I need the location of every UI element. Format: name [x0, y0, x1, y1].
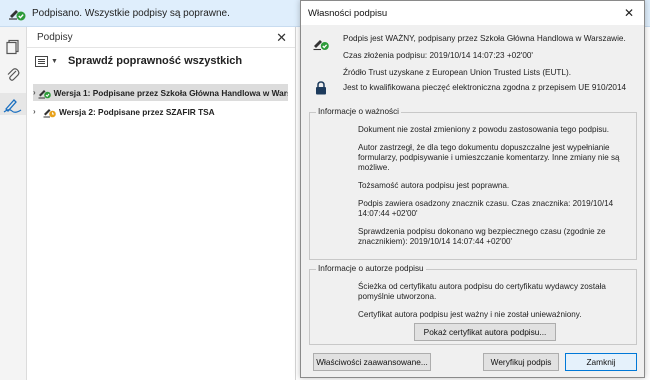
options-list-icon[interactable]	[35, 55, 48, 67]
paperclip-icon	[7, 68, 20, 81]
signing-time-text: Czas złożenia podpisu: 2019/10/14 14:07:…	[343, 51, 533, 60]
signature-pen-icon	[3, 99, 22, 113]
pages-icon	[6, 39, 19, 55]
signatures-toolbar: ▼ Sprawdź poprawność wszystkich	[27, 48, 295, 74]
trust-source-text: Źródło Trust uzyskane z European Union T…	[343, 68, 571, 77]
advanced-properties-button[interactable]: Właściwości zaawansowane...	[313, 353, 431, 371]
signature-properties-dialog: Własności podpisu ✕ Podpis jest WAŻNY, p…	[300, 0, 645, 378]
validity-info-group: Informacje o ważności Dokument nie zosta…	[309, 107, 637, 260]
dialog-titlebar: Własności podpisu ✕	[301, 1, 644, 25]
attachments-button[interactable]	[5, 67, 21, 83]
signature-timestamp-icon	[43, 109, 56, 118]
signatures-panel-title: Podpisy	[37, 31, 73, 43]
validity-paragraph: Autor zastrzegł, że dla tego dokumentu d…	[358, 143, 620, 172]
author-paragraph: Ścieżka od certyfikatu autora podpisu do…	[358, 282, 606, 301]
verify-all-button[interactable]: Sprawdź poprawność wszystkich	[68, 55, 242, 67]
validity-group-label: Informacje o ważności	[316, 107, 401, 116]
qualified-seal-row: Jest to kwalifikowana pieczęć elektronic…	[313, 79, 633, 97]
validity-paragraph: Dokument nie został zmieniony z powodu z…	[358, 125, 610, 134]
close-button[interactable]: Zamknij	[565, 353, 637, 371]
dialog-title: Własności podpisu	[308, 7, 388, 19]
show-certificate-button[interactable]: Pokaż certyfikat autora podpisu...	[414, 323, 556, 341]
validity-paragraph: Podpis zawiera osadzony znacznik czasu. …	[358, 199, 614, 218]
signature-row-label: Wersja 1: Podpisane przez Szkoła Główna …	[53, 87, 288, 98]
chevron-down-icon[interactable]: ▼	[51, 58, 58, 65]
author-group-label: Informacje o autorze podpisu	[316, 264, 426, 273]
signature-row-label: Wersja 2: Podpisane przez SZAFIR TSA	[59, 106, 215, 117]
lock-icon	[316, 81, 326, 95]
signatures-panel-button[interactable]	[0, 93, 26, 115]
chevron-right-icon[interactable]: ›	[33, 107, 41, 116]
signatures-panel: Podpisy ✕ ▼ Sprawdź poprawność wszystkic…	[27, 27, 296, 380]
signatures-panel-header: Podpisy ✕	[27, 27, 295, 48]
chevron-right-icon[interactable]: ›	[33, 88, 36, 97]
signature-valid-icon	[9, 10, 26, 21]
verify-signature-button[interactable]: Weryfikuj podpis	[483, 353, 559, 371]
signature-status-text: Podpis jest WAŻNY, podpisany przez Szkoł…	[343, 34, 626, 43]
validity-paragraph: Tożsamość autora podpisu jest poprawna.	[358, 181, 510, 190]
left-navigation-rail	[0, 27, 27, 380]
notification-text: Podpisano. Wszystkie podpisy są poprawne…	[32, 7, 230, 19]
signature-row-2[interactable]: › Wersja 2: Podpisane przez SZAFIR TSA	[33, 103, 288, 120]
pages-thumbnails-button[interactable]	[5, 39, 21, 55]
signature-valid-icon	[313, 40, 329, 51]
author-info-group: Informacje o autorze podpisu Ścieżka od …	[309, 264, 637, 345]
close-icon[interactable]: ✕	[614, 1, 644, 25]
author-paragraph: Certyfikat autora podpisu jest ważny i n…	[358, 310, 582, 319]
qualified-seal-text: Jest to kwalifikowana pieczęć elektronic…	[343, 83, 627, 92]
signature-valid-icon	[38, 90, 51, 99]
close-icon[interactable]: ✕	[276, 31, 287, 44]
validity-paragraph: Sprawdzenia podpisu dokonano wg bezpiecz…	[358, 227, 606, 246]
signature-row-1[interactable]: › Wersja 1: Podpisane przez Szkoła Główn…	[33, 84, 288, 101]
